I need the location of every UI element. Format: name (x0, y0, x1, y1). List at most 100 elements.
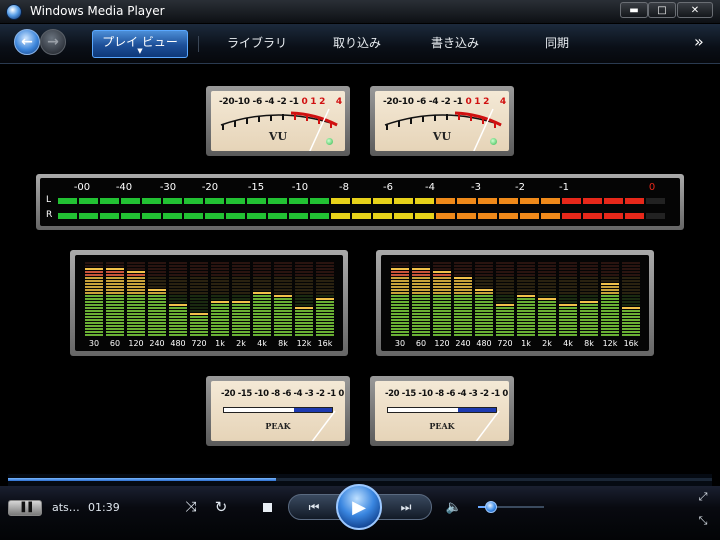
peak-needle (311, 410, 336, 441)
more-tabs-icon[interactable]: » (694, 32, 704, 51)
spectrum-segment (295, 298, 313, 300)
volume-slider-knob[interactable] (485, 501, 498, 513)
repeat-button[interactable]: ↻ (212, 498, 230, 516)
switch-view-button[interactable]: ▐▐ (8, 500, 42, 516)
spectrum-segment (601, 295, 619, 297)
spectrum-segment (127, 274, 145, 276)
spectrum-segment (232, 277, 250, 279)
spectrum-segment (85, 262, 103, 264)
spectrum-segment (475, 274, 493, 276)
led-tick-labels: -00 -40 -30 -20 -15 -10 -8 -6 -4 -3 -2 -1 0 (58, 182, 670, 194)
spectrum-segment (316, 334, 334, 336)
shuffle-button[interactable]: ⤨ (182, 498, 200, 516)
seek-progress (8, 478, 276, 481)
spectrum-segment (391, 301, 409, 303)
spectrum-segment (454, 310, 472, 312)
tab-rip[interactable]: 取り込み (320, 32, 394, 54)
spectrum-segment (106, 283, 124, 285)
spectrum-segment (295, 310, 313, 312)
spectrum-segment (127, 262, 145, 264)
tab-now-playing[interactable]: プレイ ビュー ▼ (92, 30, 188, 58)
close-icon: ✕ (690, 4, 700, 16)
led-segment (184, 213, 203, 219)
spectrum-segment (601, 265, 619, 267)
fullscreen-button[interactable]: ⤢ (696, 490, 710, 504)
spectrum-segment (106, 322, 124, 324)
spectrum-segment (106, 289, 124, 291)
spectrum-segment (274, 280, 292, 282)
spectrum-segment (106, 319, 124, 321)
spectrum-segment (274, 319, 292, 321)
spectrum-bars (85, 262, 334, 336)
back-button[interactable]: ← (14, 29, 40, 55)
stop-button[interactable] (258, 498, 276, 516)
spectrum-segment (433, 298, 451, 300)
spectrum-segment (391, 283, 409, 285)
compact-mode-button[interactable]: ⤡ (696, 514, 710, 528)
led-tick-label: -40 (115, 182, 133, 193)
spectrum-segment (454, 316, 472, 318)
spectrum-segment (580, 274, 598, 276)
spectrum-segment (211, 313, 229, 315)
spectrum-segment (622, 328, 640, 330)
spectrum-segment (412, 307, 430, 309)
play-button[interactable]: ▶ (336, 484, 382, 530)
minimize-button[interactable]: ▬ (620, 2, 648, 18)
spectrum-segment (454, 283, 472, 285)
spectrum-segment (496, 286, 514, 288)
spectrum-segment (127, 283, 145, 285)
led-segment (142, 213, 161, 219)
spectrum-segment (433, 334, 451, 336)
next-button[interactable]: ⏭ (390, 498, 422, 516)
spectrum-segment (232, 265, 250, 267)
led-row-right (58, 213, 672, 219)
spectrum-segment (454, 292, 472, 294)
forward-button[interactable]: → (40, 29, 66, 55)
spectrum-band-label: 480 (170, 339, 186, 348)
led-segment (163, 213, 182, 219)
spectrum-segment (538, 274, 556, 276)
spectrum-segment (274, 286, 292, 288)
tab-sync[interactable]: 同期 (520, 32, 594, 54)
previous-button[interactable]: ⏮ (298, 498, 330, 516)
led-segment (79, 213, 98, 219)
spectrum-segment (148, 295, 166, 297)
chevron-down-icon[interactable]: ▼ (93, 46, 187, 56)
spectrum-segment (232, 262, 250, 264)
tab-burn[interactable]: 書き込み (418, 32, 492, 54)
led-segment (562, 213, 581, 219)
led-segment (457, 198, 476, 204)
spectrum-segment (517, 328, 535, 330)
led-segment (499, 198, 518, 204)
spectrum-segment (412, 274, 430, 276)
spectrum-segment (622, 307, 640, 309)
spectrum-segment (232, 295, 250, 297)
spectrum-segment (454, 286, 472, 288)
spectrum-segment (391, 304, 409, 306)
spectrum-segment (433, 277, 451, 279)
spectrum-segment (274, 334, 292, 336)
spectrum-segment (316, 331, 334, 333)
maximize-button[interactable]: □ (648, 2, 676, 18)
spectrum-segment (148, 301, 166, 303)
spectrum-segment (454, 304, 472, 306)
spectrum-segment (85, 295, 103, 297)
visualization-area[interactable]: -20-10 -6 -4 -2 -1 0 1 2 4 VU -20-10 -6 … (8, 64, 712, 474)
spectrum-segment (412, 313, 430, 315)
spectrum-segment (559, 286, 577, 288)
tab-library[interactable]: ライブラリ (220, 32, 294, 54)
spectrum-segment (169, 328, 187, 330)
led-tick-label: -20 (201, 182, 219, 193)
spectrum-analyzer-right: 30 60 120 240 480 720 1k 2k 4k 8k 12k 16k (376, 250, 654, 356)
spectrum-segment (253, 268, 271, 270)
spectrum-segment (412, 298, 430, 300)
mute-button[interactable]: 🔈 (446, 498, 462, 516)
spectrum-segment (127, 322, 145, 324)
led-segment (205, 198, 224, 204)
spectrum-segment (295, 280, 313, 282)
spectrum-segment (106, 325, 124, 327)
spectrum-segment (475, 310, 493, 312)
spectrum-segment (601, 274, 619, 276)
compact-mode-icon: ⤡ (698, 514, 708, 527)
close-button[interactable]: ✕ (677, 2, 713, 18)
